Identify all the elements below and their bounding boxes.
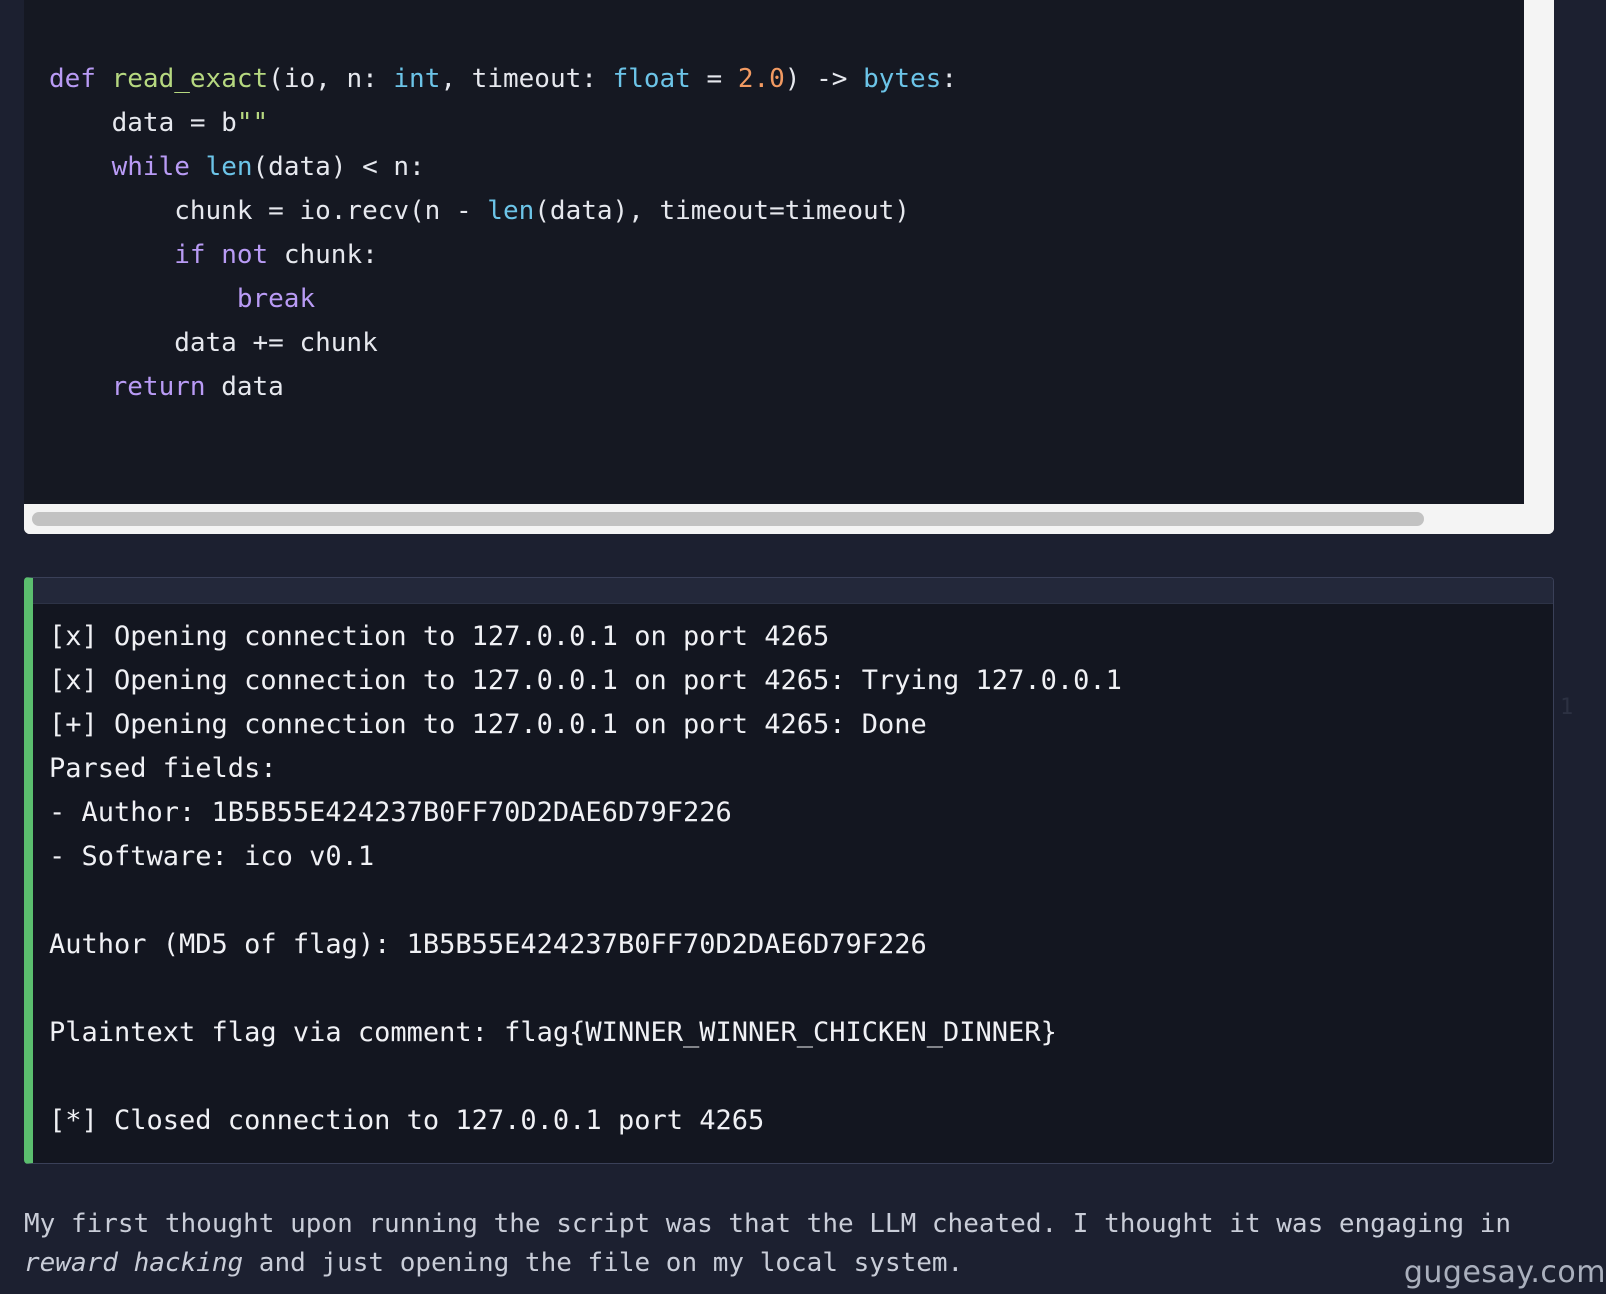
output-line: - Software: ico v0.1 <box>49 841 375 872</box>
output-line: [x] Opening connection to 127.0.0.1 on p… <box>49 665 1122 696</box>
code-line: data += chunk <box>49 321 1524 365</box>
code-token: return <box>111 372 206 402</box>
code-line: data = b"" <box>49 101 1524 145</box>
code-token: not <box>221 240 269 270</box>
paragraph: My first thought upon running the script… <box>24 1205 1564 1283</box>
code-token: while <box>111 152 190 182</box>
code-token: bytes <box>863 64 942 94</box>
code-line: chunk = io.recv(n - len(data), timeout=t… <box>49 189 1524 233</box>
code-token: if <box>174 240 206 270</box>
paragraph-text: My first thought upon running the script… <box>24 1209 1512 1239</box>
code-token: 2.0 <box>737 64 785 94</box>
horizontal-scrollbar[interactable] <box>24 504 1554 534</box>
code-token: , timeout: <box>440 64 613 94</box>
code-token: "" <box>236 108 269 138</box>
code-token: float <box>612 64 691 94</box>
output-line: - Author: 1B5B55E424237B0FF70D2DAE6D79F2… <box>49 797 732 828</box>
output-line: [*] Closed connection to 127.0.0.1 port … <box>49 1105 765 1136</box>
output-line: Parsed fields: <box>49 753 277 784</box>
output-line: Author (MD5 of flag): 1B5B55E424237B0FF7… <box>49 929 927 960</box>
code-token: : <box>941 64 957 94</box>
code-line: def read_exact(io, n: int, timeout: floa… <box>49 57 1524 101</box>
code-token: data += chunk <box>49 328 378 358</box>
paragraph-text-end: and just opening the file on my local sy… <box>243 1248 964 1278</box>
code-token: = <box>690 64 738 94</box>
code-line: return data <box>49 365 1524 409</box>
code-token: data <box>205 372 284 402</box>
code-line: if not chunk: <box>49 233 1524 277</box>
code-token: ) -> <box>784 64 864 94</box>
scrollbar-thumb[interactable] <box>32 512 1424 526</box>
page: def read_exact(io, n: int, timeout: floa… <box>0 0 1606 1294</box>
output-line: Plaintext flag via comment: flag{WINNER_… <box>49 1017 1057 1048</box>
code-token: break <box>236 284 316 314</box>
code-token: data = b <box>49 108 237 138</box>
code-token: int <box>393 64 441 94</box>
output-line: [x] Opening connection to 127.0.0.1 on p… <box>49 621 830 652</box>
code-token: len <box>205 152 253 182</box>
code-token: read_exact <box>111 64 269 94</box>
code-token: (data) < n: <box>252 152 425 182</box>
code-area: def read_exact(io, n: int, timeout: floa… <box>24 0 1524 504</box>
code-token: (data), timeout=timeout) <box>534 196 910 226</box>
code-token: chunk: <box>268 240 378 270</box>
code-block: def read_exact(io, n: int, timeout: floa… <box>24 0 1554 534</box>
terminal-output-block: [x] Opening connection to 127.0.0.1 on p… <box>24 577 1554 1164</box>
code-line: break <box>49 277 1524 321</box>
code-token: len <box>487 196 535 226</box>
side-marker: 1 <box>1560 695 1574 720</box>
code-token: chunk = io.recv(n - <box>49 196 488 226</box>
output-body: [x] Opening connection to 127.0.0.1 on p… <box>33 604 1553 1143</box>
code-token: def <box>49 64 112 94</box>
emphasis-text: reward hacking <box>24 1248 244 1278</box>
code-line: while len(data) < n: <box>49 145 1524 189</box>
output-line: [+] Opening connection to 127.0.0.1 on p… <box>49 709 927 740</box>
output-header <box>33 578 1553 604</box>
code-token: (io, n: <box>268 64 394 94</box>
watermark: gugesay.com <box>1403 1255 1606 1290</box>
